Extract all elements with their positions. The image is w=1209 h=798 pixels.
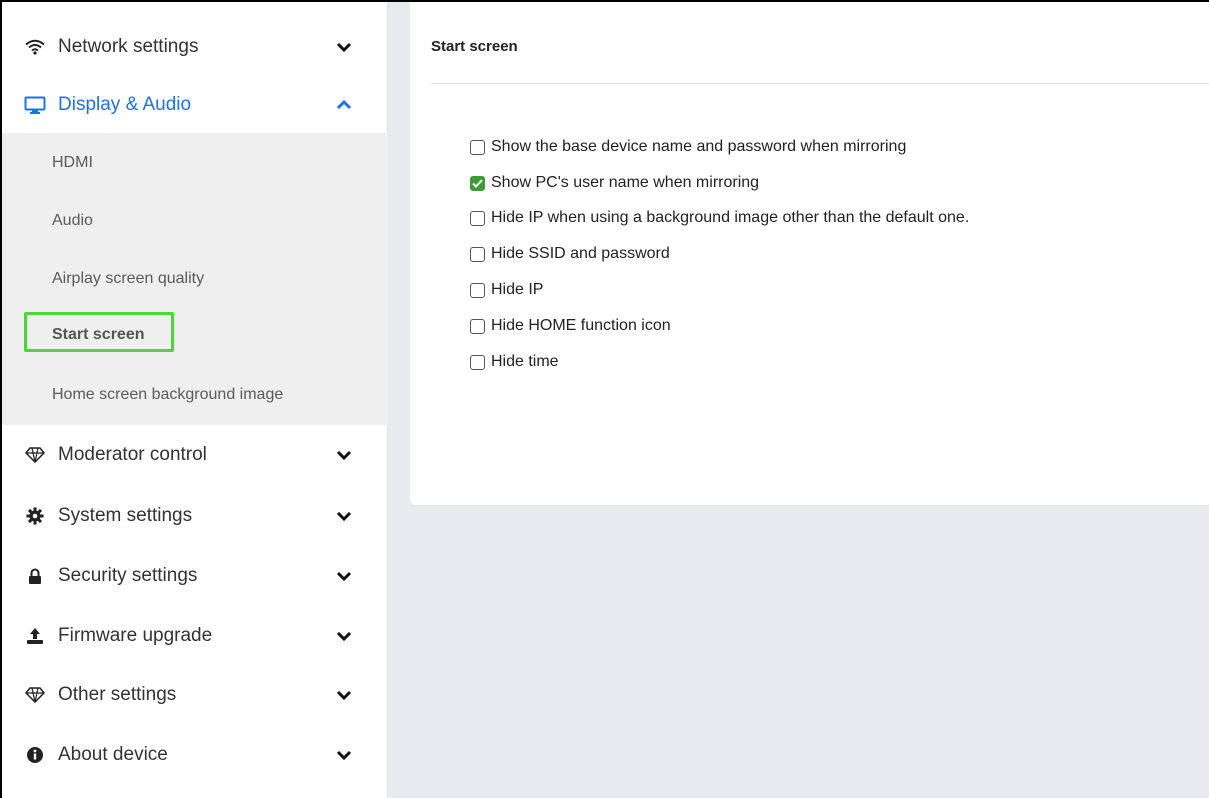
checkbox[interactable] [470,282,485,298]
option-hide-ip[interactable]: Hide IP [470,280,543,300]
sidebar: Network settings Display & Audio HDMI Au… [2,2,388,798]
chevron-down-icon[interactable] [334,445,354,465]
sidebar-item-about-device[interactable]: About device [2,726,388,784]
sidebar-item-label: Other settings [58,684,177,705]
sidebar-item-security-settings[interactable]: Security settings [2,547,388,605]
option-label: Show PC's user name when mirroring [491,174,760,191]
start-screen-panel: Start screen Show the base device name a… [410,2,1209,505]
option-label: Show the base device name and password w… [491,138,907,155]
checkbox-checked[interactable] [470,175,485,191]
sidebar-item-label: Firmware upgrade [58,625,213,646]
chevron-down-icon[interactable] [334,37,354,57]
option-label: Hide SSID and password [491,245,670,262]
chevron-down-icon[interactable] [334,685,354,705]
diamond-icon [24,444,46,466]
sidebar-item-network-settings[interactable]: Network settings [2,18,388,76]
wifi-icon [24,36,46,58]
checkmark-icon [472,178,483,188]
option-hide-ip-background[interactable]: Hide IP when using a background image ot… [470,208,969,228]
sidebar-item-moderator-control[interactable]: Moderator control [2,426,388,484]
sidebar-item-system-settings[interactable]: System settings [2,487,388,545]
subitem-audio[interactable]: Audio [52,212,93,230]
info-icon [24,744,46,766]
subitem-start-screen[interactable]: Start screen [24,312,174,352]
checkbox[interactable] [470,246,485,262]
option-label: Hide time [491,353,559,370]
sidebar-item-label: Display & Audio [58,94,192,115]
option-hide-time[interactable]: Hide time [470,352,559,372]
option-hide-home-function-icon[interactable]: Hide HOME function icon [470,316,671,336]
checkbox[interactable] [470,210,485,226]
option-show-base-device-name[interactable]: Show the base device name and password w… [470,137,906,157]
checkbox[interactable] [470,318,485,334]
sidebar-item-other-settings[interactable]: Other settings [2,666,388,724]
page-title: Start screen [431,38,518,55]
sidebar-item-firmware-upgrade[interactable]: Firmware upgrade [2,607,388,665]
gear-icon [24,505,46,527]
sidebar-item-label: About device [58,744,168,765]
sidebar-item-display-audio[interactable]: Display & Audio [2,76,388,134]
chevron-down-icon[interactable] [334,566,354,586]
chevron-down-icon[interactable] [334,626,354,646]
checkbox[interactable] [470,354,485,370]
sidebar-item-label: Security settings [58,565,198,586]
divider [431,83,1209,84]
upload-icon [24,625,46,647]
chevron-down-icon[interactable] [334,506,354,526]
sidebar-item-label: System settings [58,505,193,526]
sidebar-item-label: Moderator control [58,444,207,465]
display-audio-submenu: HDMI Audio Airplay screen quality Start … [2,133,388,425]
option-show-pc-user-name[interactable]: Show PC's user name when mirroring [470,173,759,193]
option-label: Hide IP [491,281,544,298]
subitem-airplay-screen-quality[interactable]: Airplay screen quality [52,270,204,288]
diamond-icon [24,684,46,706]
monitor-icon [24,94,46,116]
option-label: Hide IP when using a background image ot… [491,209,970,226]
chevron-up-icon[interactable] [334,95,354,115]
subitem-home-screen-background-image[interactable]: Home screen background image [52,386,283,404]
option-hide-ssid-password[interactable]: Hide SSID and password [470,244,670,264]
option-label: Hide HOME function icon [491,317,671,334]
subitem-hdmi[interactable]: HDMI [52,154,93,172]
lock-icon [24,565,46,587]
checkbox[interactable] [470,139,485,155]
sidebar-item-label: Network settings [58,36,199,57]
chevron-down-icon[interactable] [334,745,354,765]
